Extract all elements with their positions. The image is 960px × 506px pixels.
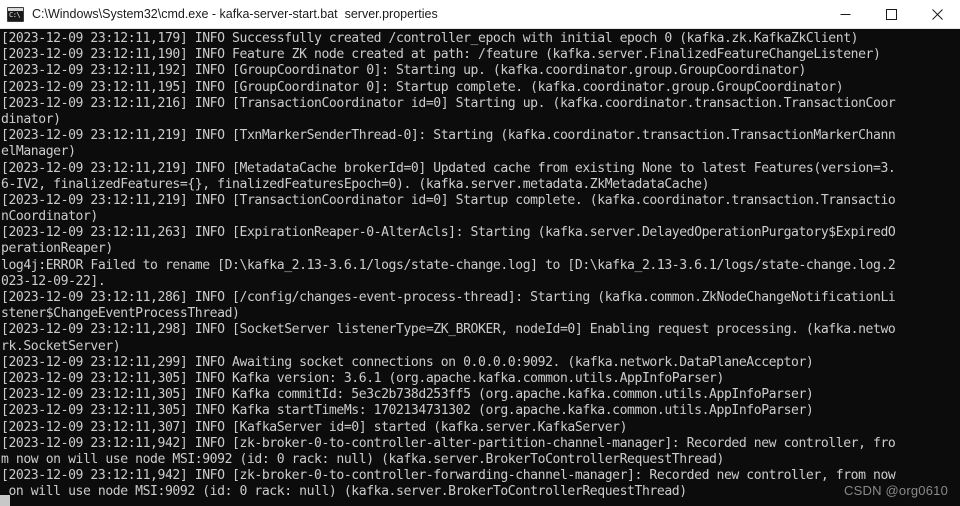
console-line: [2023-12-09 23:12:11,298] INFO [SocketSe… — [1, 322, 896, 338]
scrollbar-thumb[interactable] — [0, 495, 10, 506]
console-line: [2023-12-09 23:12:11,219] INFO [Transact… — [1, 192, 896, 208]
console-line: log4j:ERROR Failed to rename [D:\kafka_2… — [1, 257, 896, 273]
minimize-button[interactable] — [822, 0, 868, 29]
console-line: [2023-12-09 23:12:11,305] INFO Kafka com… — [1, 387, 814, 403]
console-line: [2023-12-09 23:12:11,216] INFO [Transact… — [1, 95, 896, 111]
console-line: 6-IV2, finalizedFeatures={}, finalizedFe… — [1, 176, 710, 192]
watermark-label: CSDN @org0610 — [844, 483, 948, 498]
close-icon — [931, 8, 943, 20]
console-line: [2023-12-09 23:12:11,305] INFO Kafka sta… — [1, 403, 814, 419]
console-line: [2023-12-09 23:12:11,263] INFO [Expirati… — [1, 225, 896, 241]
console-line: m now on will use node MSI:9092 (id: 0 r… — [1, 451, 724, 467]
console-line: [2023-12-09 23:12:11,305] INFO Kafka ver… — [1, 370, 724, 386]
console-line: [2023-12-09 23:12:11,286] INFO [/config/… — [1, 290, 896, 305]
console-line: [2023-12-09 23:12:11,219] INFO [TxnMarke… — [1, 128, 896, 144]
console-line: [2023-12-09 23:12:11,192] INFO [GroupCoo… — [1, 63, 806, 79]
icon-prompt-glyph: C:\ — [9, 10, 21, 19]
window-title: C:\Windows\System32\cmd.exe - kafka-serv… — [32, 7, 438, 21]
title-bar[interactable]: C:\ C:\Windows\System32\cmd.exe - kafka-… — [0, 0, 960, 29]
console-line: nCoordinator) — [1, 209, 98, 225]
console-line: dinator) — [1, 111, 61, 127]
console-output-area[interactable]: [2023-12-09 23:12:11,179] INFO Successfu… — [0, 29, 960, 506]
maximize-icon — [885, 8, 897, 20]
console-line: [2023-12-09 23:12:11,942] INFO [zk-broke… — [1, 468, 896, 484]
close-button[interactable] — [914, 0, 960, 29]
cmd-window: C:\ C:\Windows\System32\cmd.exe - kafka-… — [0, 0, 960, 506]
console-line: [2023-12-09 23:12:11,942] INFO [zk-broke… — [1, 435, 896, 451]
console-line: [2023-12-09 23:12:11,190] INFO Feature Z… — [1, 47, 881, 63]
console-line: 023-12-09-22]. — [1, 273, 106, 289]
console-line: rk.SocketServer) — [1, 338, 121, 354]
console-line: on will use node MSI:9092 (id: 0 rack: n… — [1, 484, 687, 500]
console-line: [2023-12-09 23:12:11,179] INFO Successfu… — [1, 31, 859, 46]
console-line: elManager) — [1, 144, 76, 160]
console-log-lines: [2023-12-09 23:12:11,179] INFO Successfu… — [1, 31, 959, 500]
cmd-console-icon: C:\ — [7, 6, 24, 22]
console-line: [2023-12-09 23:12:11,195] INFO [GroupCoo… — [1, 79, 844, 95]
console-line: [2023-12-09 23:12:11,299] INFO Awaiting … — [1, 354, 814, 370]
console-line: [2023-12-09 23:12:11,307] INFO [KafkaSer… — [1, 419, 628, 435]
minimize-icon — [840, 13, 850, 15]
maximize-button[interactable] — [868, 0, 914, 29]
console-line: stener$ChangeEventProcessThread) — [1, 306, 240, 322]
console-line: perationReaper) — [1, 241, 113, 257]
console-line: [2023-12-09 23:12:11,219] INFO [Metadata… — [1, 160, 896, 176]
